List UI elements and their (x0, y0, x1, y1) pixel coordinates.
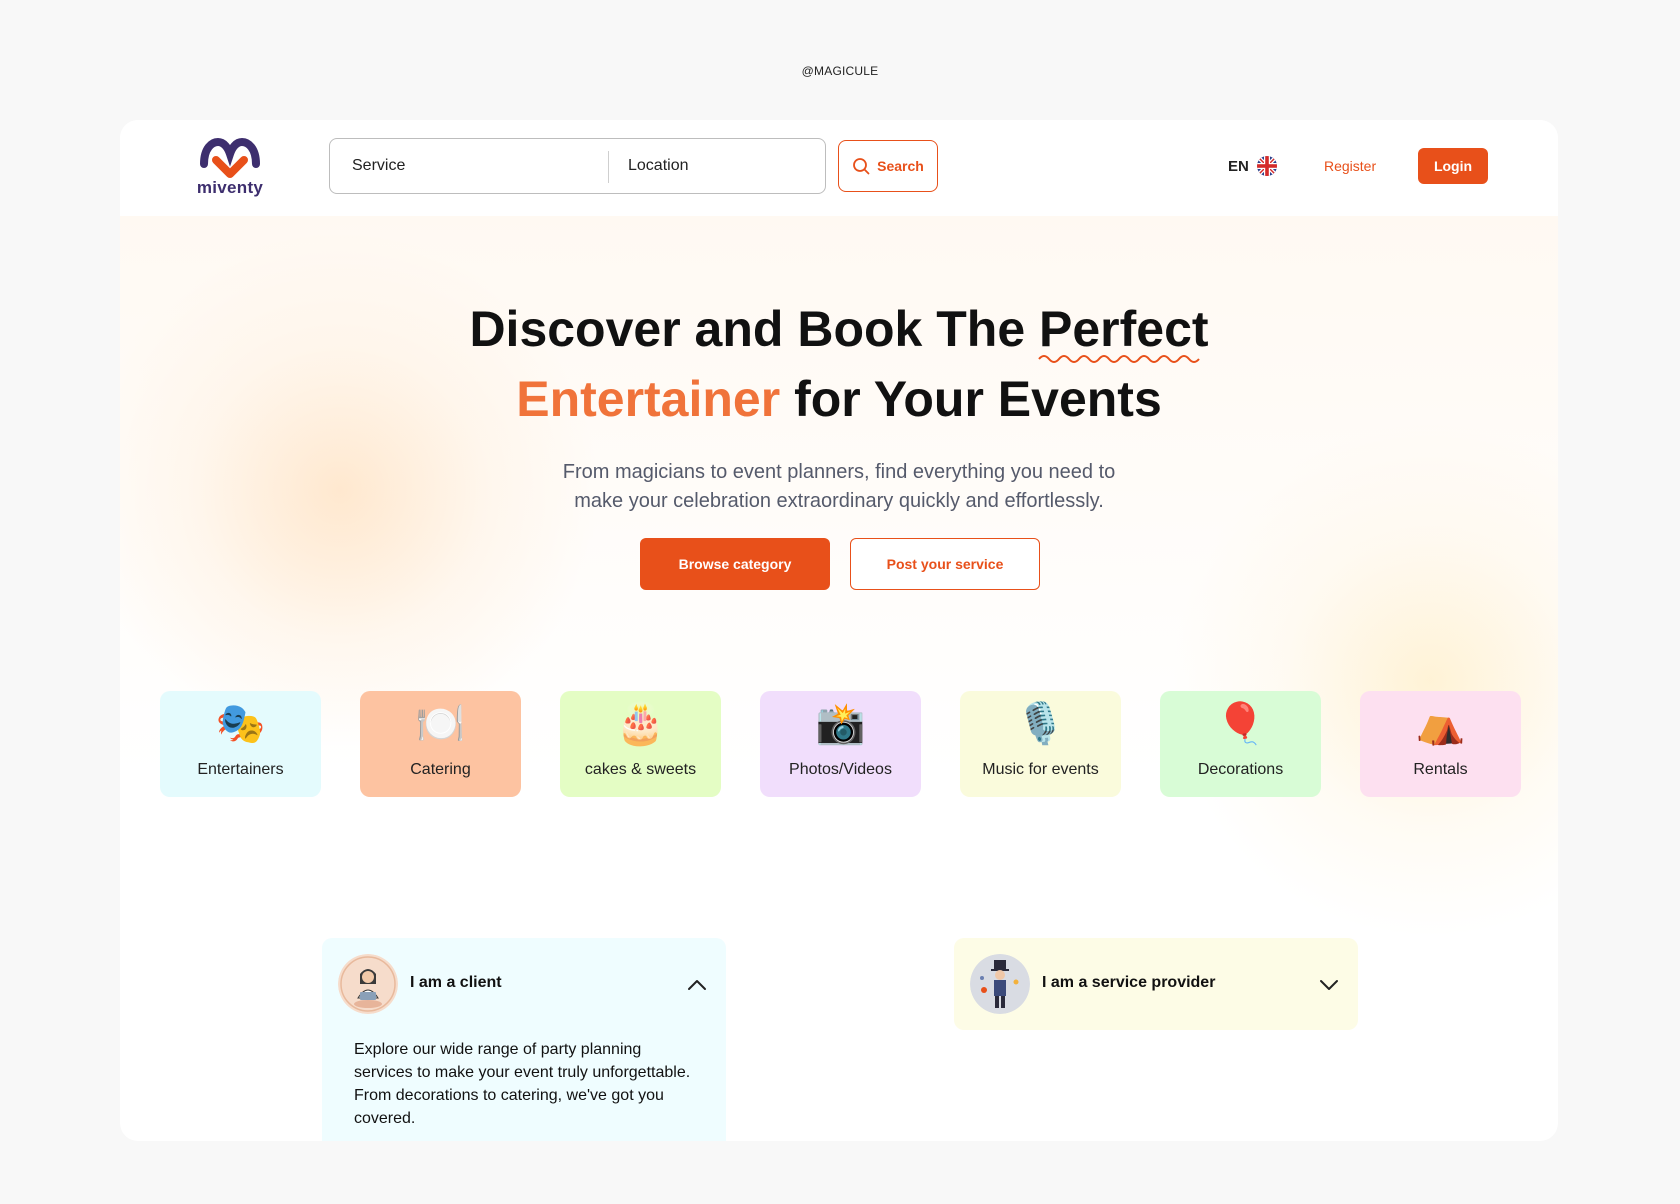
hero-title-accent: Entertainer (516, 371, 781, 427)
hero-title-line-2-rest: for Your Events (780, 371, 1162, 427)
language-code: EN (1228, 157, 1249, 175)
heart-m-logo-icon (200, 137, 260, 178)
category-catering[interactable]: 🍽️ Catering (360, 691, 521, 797)
client-avatar (338, 954, 398, 1014)
hero-subtitle-line-1: From magicians to event planners, find e… (562, 461, 1116, 483)
search-button[interactable]: Search (838, 140, 938, 192)
category-decorations[interactable]: 🎈 Decorations (1160, 691, 1321, 797)
brand-name: miventy (196, 178, 264, 197)
header: miventy Search EN (120, 120, 1558, 216)
hero-title-line-2: Entertainer for Your Events (120, 364, 1558, 434)
hero-title-line-1: Discover and Book The Perfect (469, 301, 1209, 357)
language-selector[interactable]: EN (1228, 156, 1277, 176)
hero-title: Discover and Book The Perfect Entertaine… (120, 294, 1558, 434)
tent-icon: ⛺ (1415, 702, 1466, 746)
provider-accordion-header[interactable]: I am a service provider (970, 954, 1342, 1014)
category-label: cakes & sweets (584, 761, 697, 778)
search-icon (853, 158, 870, 175)
category-label: Decorations (1197, 761, 1284, 778)
theater-masks-icon: 🎭 (215, 702, 266, 746)
plate-cutlery-icon: 🍽️ (415, 702, 466, 746)
category-list: 🎭 Entertainers 🍽️ Catering 🎂 cakes & swe… (160, 691, 1521, 797)
search-divider (608, 151, 609, 183)
balloon-icon: 🎈 (1215, 702, 1266, 746)
category-label: Catering (410, 761, 471, 778)
category-label: Entertainers (197, 761, 284, 778)
login-button[interactable]: Login (1418, 148, 1488, 184)
chevron-up-icon[interactable] (684, 972, 710, 998)
category-entertainers[interactable]: 🎭 Entertainers (160, 691, 321, 797)
squiggle-underline-icon (1038, 355, 1200, 363)
category-label: Rentals (1413, 761, 1468, 778)
register-link[interactable]: Register (1324, 158, 1376, 174)
client-accordion: I am a client Explore our wide range of … (322, 938, 726, 1141)
location-input[interactable] (628, 139, 818, 192)
provider-avatar (970, 954, 1030, 1014)
search-bar (329, 138, 826, 194)
hero-subtitle-line-2: make your celebration extraordinary quic… (574, 490, 1104, 512)
client-accordion-header[interactable]: I am a client (338, 954, 710, 1014)
camera-flash-icon: 📸 (815, 702, 866, 746)
birthday-cake-icon: 🎂 (615, 702, 666, 746)
search-button-label: Search (877, 158, 924, 174)
brand-logo[interactable]: miventy (190, 134, 270, 204)
category-photos-videos[interactable]: 📸 Photos/Videos (760, 691, 921, 797)
microphone-icon: 🎙️ (1015, 702, 1066, 746)
client-accordion-description: Explore our wide range of party planning… (354, 1041, 691, 1127)
category-rentals[interactable]: ⛺ Rentals (1360, 691, 1521, 797)
provider-accordion: I am a service provider (954, 938, 1358, 1030)
service-input[interactable] (352, 139, 602, 192)
hero-subtitle: From magicians to event planners, find e… (489, 458, 1189, 516)
provider-accordion-title: I am a service provider (1042, 974, 1216, 991)
category-label: Music for events (982, 761, 1099, 778)
magician-performer-icon (970, 954, 1030, 1014)
category-music[interactable]: 🎙️ Music for events (960, 691, 1121, 797)
landing-page: miventy Search EN (120, 120, 1558, 1141)
category-label: Photos/Videos (789, 761, 892, 778)
client-accordion-title: I am a client (410, 974, 502, 991)
watermark: @MAGICULE (801, 64, 879, 78)
chevron-down-icon[interactable] (1316, 972, 1342, 998)
uk-flag-icon (1256, 156, 1277, 176)
category-cakes-sweets[interactable]: 🎂 cakes & sweets (560, 691, 721, 797)
browse-category-button[interactable]: Browse category (640, 538, 830, 590)
person-with-laptop-icon (338, 954, 398, 1014)
post-service-button[interactable]: Post your service (850, 538, 1040, 590)
